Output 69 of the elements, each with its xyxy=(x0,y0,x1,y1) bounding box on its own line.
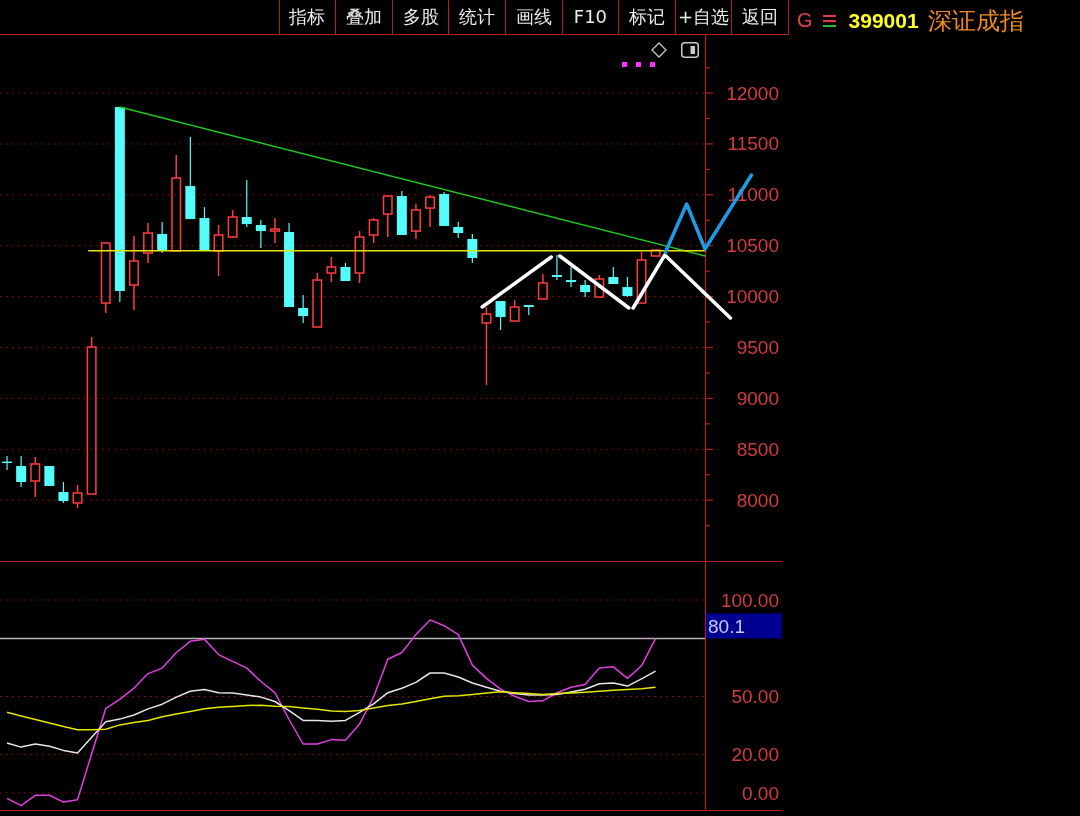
toolbar-button[interactable]: 指标 xyxy=(278,0,336,34)
candle xyxy=(410,203,421,240)
candle xyxy=(382,194,393,238)
split-square-icon[interactable] xyxy=(681,42,699,58)
toolbar-button[interactable]: 多股 xyxy=(391,0,449,34)
ref-line-label: 80.1 xyxy=(708,615,745,637)
candle xyxy=(650,249,661,257)
axis-label: 8500 xyxy=(736,438,779,460)
security-name: 深证成指 xyxy=(927,5,1024,37)
candle xyxy=(453,221,464,239)
axis-label: 50.00 xyxy=(731,686,779,707)
axis-label: 9500 xyxy=(736,337,779,359)
candle xyxy=(594,274,605,298)
candle xyxy=(30,456,41,498)
candle xyxy=(58,481,69,504)
candle xyxy=(495,300,506,331)
lines-icon[interactable] xyxy=(822,14,836,27)
candle xyxy=(340,262,351,282)
candle xyxy=(580,279,591,298)
market-tag: G xyxy=(797,9,813,32)
candle xyxy=(326,256,337,283)
axis-label: 20.00 xyxy=(731,743,779,765)
candle xyxy=(396,190,407,236)
axis-label: 8000 xyxy=(736,489,779,511)
current-value-badge: 80.1 xyxy=(706,613,782,639)
axis-label: 0.00 xyxy=(742,782,779,804)
toolbar-button[interactable]: 标记 xyxy=(618,0,675,34)
candle xyxy=(523,304,534,316)
axis-label: 12000 xyxy=(726,82,779,104)
candle xyxy=(255,219,266,249)
candle xyxy=(537,273,548,300)
candle xyxy=(199,206,210,252)
candle xyxy=(425,194,436,228)
candle xyxy=(439,191,450,227)
candle xyxy=(608,266,619,285)
candle xyxy=(44,465,55,487)
candle xyxy=(157,221,168,254)
candle xyxy=(312,272,323,328)
candle xyxy=(636,251,647,304)
candle xyxy=(143,222,154,264)
axis-label: 9000 xyxy=(736,387,779,409)
candle xyxy=(2,455,13,471)
toolbar-button[interactable]: 统计 xyxy=(448,0,506,34)
toolbar-button[interactable]: 返回 xyxy=(731,0,788,34)
axis-label: 100.00 xyxy=(720,589,779,611)
candle xyxy=(622,276,633,298)
candle xyxy=(566,266,577,288)
candle xyxy=(298,294,309,324)
candle xyxy=(354,230,365,284)
diamond-icon[interactable] xyxy=(651,42,667,58)
toolbar-button[interactable]: 叠加 xyxy=(335,0,392,34)
candle xyxy=(269,217,280,244)
candle xyxy=(241,179,252,228)
toolbar-button[interactable]: F10 xyxy=(561,0,619,34)
axis-label: 10000 xyxy=(726,286,779,308)
ellipsis-icon xyxy=(622,62,656,67)
candle xyxy=(72,484,83,509)
security-code: 399001 xyxy=(848,8,919,33)
axis-label: 10500 xyxy=(726,235,779,257)
candle xyxy=(551,254,562,281)
candle xyxy=(213,224,224,277)
candle xyxy=(227,209,238,239)
toolbar-button[interactable]: +自选 xyxy=(674,0,732,34)
axis-label: 11500 xyxy=(727,133,779,155)
candle xyxy=(509,299,520,322)
candle xyxy=(467,233,478,264)
candle xyxy=(368,217,379,244)
candle xyxy=(16,455,27,488)
toolbar-button[interactable]: 画线 xyxy=(505,0,562,34)
